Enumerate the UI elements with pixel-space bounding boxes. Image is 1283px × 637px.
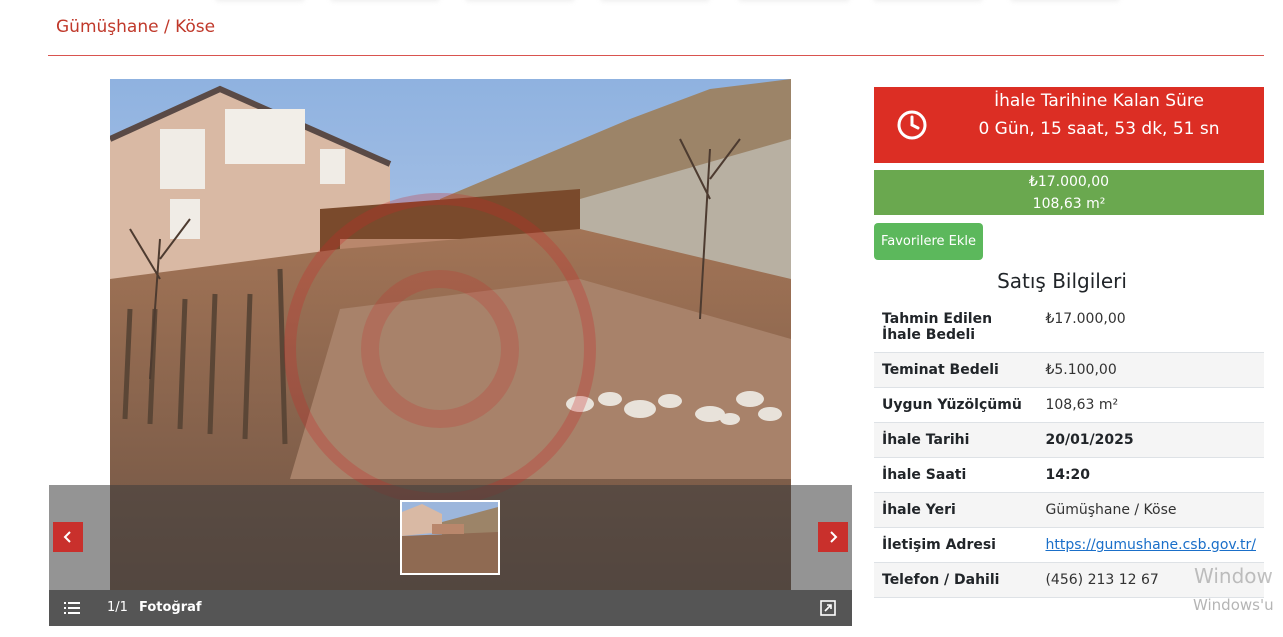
gallery-toolbar: 1/1 Fotoğraf xyxy=(49,590,852,626)
row-value: Gümüşhane / Köse xyxy=(1037,492,1264,528)
row-value: https://gumushane.csb.gov.tr/ xyxy=(1037,527,1264,563)
photo-gallery: 1/1 Fotoğraf xyxy=(49,79,852,626)
row-label: Tahmin Edilen İhale Bedeli xyxy=(874,302,1038,353)
table-row: Teminat Bedeli ₺5.100,00 xyxy=(874,352,1264,388)
row-label: İhale Saati xyxy=(874,457,1038,493)
windows-activation-watermark-sub: Windows'u xyxy=(1193,596,1274,614)
row-label: Teminat Bedeli xyxy=(874,352,1038,388)
list-icon[interactable] xyxy=(63,599,81,617)
countdown-value: 0 Gün, 15 saat, 53 dk, 51 sn xyxy=(978,119,1220,139)
contact-address-link[interactable]: https://gumushane.csb.gov.tr/ xyxy=(1045,537,1256,553)
title-divider xyxy=(48,55,1264,56)
row-label: İhale Tarihi xyxy=(874,422,1038,458)
add-to-favorites-button[interactable]: Favorilere Ekle xyxy=(874,223,983,260)
gallery-label: Fotoğraf xyxy=(139,600,202,615)
thumbnail-strip xyxy=(49,485,852,590)
table-row: Uygun Yüzölçümü 108,63 m² xyxy=(874,387,1264,423)
chevron-right-icon xyxy=(830,531,838,543)
row-label: Uygun Yüzölçümü xyxy=(874,387,1038,423)
photo-counter: 1/1 xyxy=(107,600,128,615)
next-photo-button[interactable] xyxy=(818,522,848,552)
fullscreen-icon[interactable] xyxy=(819,599,837,617)
table-row: İhale Saati 14:20 xyxy=(874,457,1264,493)
photo-thumbnail[interactable] xyxy=(400,500,500,575)
row-value: ₺5.100,00 xyxy=(1037,352,1264,388)
table-row: İhale Yeri Gümüşhane / Köse xyxy=(874,492,1264,528)
prev-photo-button[interactable] xyxy=(53,522,83,552)
clock-icon xyxy=(896,109,928,141)
table-row: Tahmin Edilen İhale Bedeli ₺17.000,00 xyxy=(874,302,1264,353)
sales-info-heading: Satış Bilgileri xyxy=(997,269,1127,293)
row-label: Telefon / Dahili xyxy=(874,562,1038,598)
area-value: 108,63 m² xyxy=(1032,196,1106,212)
row-value: 14:20 xyxy=(1037,457,1264,493)
table-row: İhale Tarihi 20/01/2025 xyxy=(874,422,1264,458)
countdown-title: İhale Tarihine Kalan Süre xyxy=(994,91,1204,111)
chevron-left-icon xyxy=(63,531,71,543)
auction-countdown: İhale Tarihine Kalan Süre 0 Gün, 15 saat… xyxy=(874,87,1264,163)
row-value: 20/01/2025 xyxy=(1037,422,1264,458)
price-summary: ₺17.000,00 108,63 m² xyxy=(874,170,1264,215)
row-label: İletişim Adresi xyxy=(874,527,1038,563)
price-value: ₺17.000,00 xyxy=(1028,174,1110,190)
row-value: 108,63 m² xyxy=(1037,387,1264,423)
table-row: İletişim Adresi https://gumushane.csb.gov… xyxy=(874,527,1264,563)
row-value: ₺17.000,00 xyxy=(1037,302,1264,353)
windows-activation-watermark: Window xyxy=(1194,564,1273,588)
page-title: Gümüşhane / Köse xyxy=(56,17,216,37)
top-nav-shadow xyxy=(0,0,1283,6)
row-label: İhale Yeri xyxy=(874,492,1038,528)
sales-info-table: Tahmin Edilen İhale Bedeli ₺17.000,00 Temi… xyxy=(874,302,1264,598)
